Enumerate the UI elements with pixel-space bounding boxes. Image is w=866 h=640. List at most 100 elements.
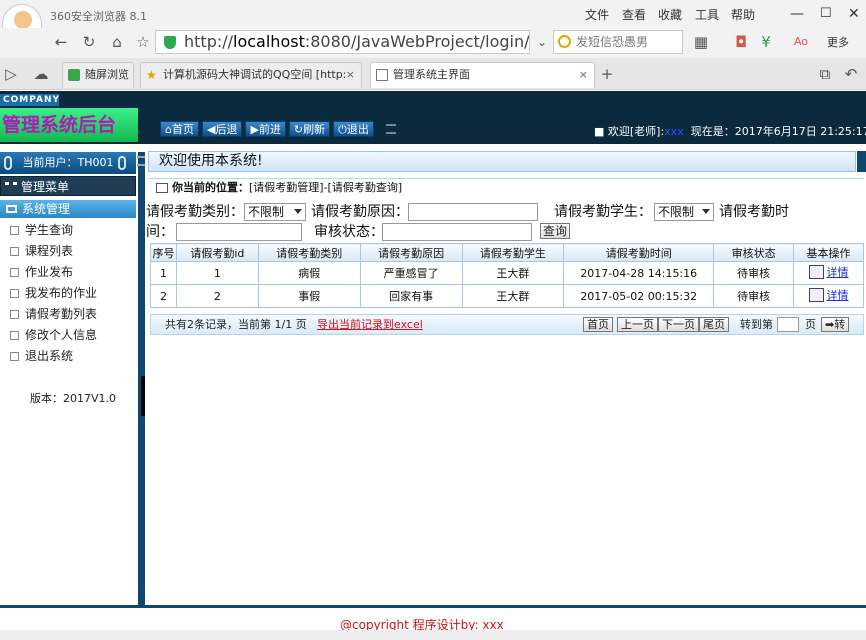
col-header[interactable]: 请假考勤类别 (257, 243, 361, 262)
sidebar-toggle-icon[interactable]: ▷ (0, 63, 22, 85)
refresh-icon: ↻ (293, 123, 304, 136)
cell-index: 1 (150, 261, 177, 285)
doc-icon (10, 331, 19, 340)
cloud-icon[interactable]: ☁ (30, 63, 52, 85)
current-user-bar: 当前用户：TH001 (0, 152, 136, 174)
back-label: 后退 (215, 123, 238, 136)
student-select[interactable]: 不限制 (654, 203, 714, 221)
goto-button[interactable]: ➡转 (821, 317, 850, 332)
cell-id: 1 (175, 261, 259, 285)
col-header[interactable]: 请假考勤原因 (359, 243, 463, 262)
grip-icon (386, 124, 396, 134)
refresh-label: 刷新 (303, 123, 326, 136)
last-page-button[interactable]: 尾页 (699, 317, 729, 332)
sidebar-item-student-query[interactable]: 学生查询 (10, 222, 73, 238)
new-tab-icon[interactable]: + (596, 63, 618, 85)
close-tab-icon[interactable]: × (579, 63, 588, 87)
apps-grid-icon[interactable]: ▦ (690, 31, 712, 53)
menu-favorites[interactable]: 收藏 (658, 6, 682, 23)
detail-label: 详情 (826, 266, 849, 279)
menu-tools[interactable]: 工具 (695, 6, 719, 23)
first-page-button[interactable]: 首页 (583, 317, 613, 332)
col-header[interactable]: 请假考勤id (175, 243, 259, 262)
edit-icon (808, 288, 824, 302)
sidebar (0, 152, 141, 605)
sidebar-item-logout[interactable]: 退出系统 (10, 348, 73, 364)
next-page-button[interactable]: 下一页 (658, 317, 699, 332)
prev-page-button[interactable]: 上一页 (617, 317, 658, 332)
sidebar-item-homework-publish[interactable]: 作业发布 (10, 264, 73, 280)
col-header[interactable]: 审核状态 (713, 243, 795, 262)
menu-view[interactable]: 查看 (622, 6, 646, 23)
sidebar-item-my-homework[interactable]: 我发布的作业 (10, 285, 97, 301)
maximize-icon[interactable]: ☐ (820, 6, 832, 21)
url-prefix: http:// (184, 32, 234, 51)
back-button[interactable]: ◀后退 (201, 121, 243, 137)
cell-actions: 详情 (793, 261, 864, 285)
minimize-icon[interactable]: — (790, 6, 804, 22)
col-header[interactable]: 请假考勤时间 (563, 243, 715, 262)
more-menu[interactable]: 更多 (827, 34, 849, 50)
welcome-banner: ■ 欢迎[老师]:xxx 现在是：2017年6月17日 21:25:17 (594, 123, 866, 139)
col-header[interactable]: 请假考勤学生 (461, 243, 565, 262)
main-right-border (857, 151, 866, 172)
section-system-management[interactable]: 系统管理 (0, 200, 136, 218)
reason-input[interactable] (408, 203, 538, 221)
time-label-cont: 间： (146, 224, 174, 240)
forward-arrow-icon: ▶ (250, 123, 259, 136)
refresh-icon[interactable]: ↻ (78, 31, 100, 53)
extension-icon[interactable]: ◘ (730, 31, 752, 53)
export-excel-link[interactable]: 导出当前记录到excel (317, 315, 423, 334)
doc-icon (10, 247, 19, 256)
sidebar-item-course-list[interactable]: 课程列表 (10, 243, 73, 259)
restore-tab-icon[interactable]: ⧉ (814, 63, 836, 85)
chevron-down-icon[interactable]: ⌄ (531, 31, 553, 53)
forward-button[interactable]: ▶前进 (245, 121, 286, 137)
close-tab-icon[interactable]: × (346, 63, 355, 87)
money-icon[interactable]: ¥ (755, 31, 777, 53)
ao-icon[interactable]: Ao (790, 31, 812, 53)
search-placeholder: 发短信恐愚男 (576, 35, 649, 49)
search-input[interactable]: 发短信恐愚男 (553, 30, 683, 54)
tab-screen-browse[interactable]: 随屏浏览 (62, 62, 134, 88)
back-arrow-icon[interactable]: ← (50, 31, 72, 53)
query-button[interactable]: 查询 (540, 223, 570, 239)
status-input[interactable] (382, 223, 532, 241)
tab-label: 计算机源码大神调试的QQ空间 [http: (163, 68, 347, 81)
welcome-prefix: 欢迎[老师]: (607, 125, 665, 138)
refresh-button[interactable]: ↻刷新 (288, 121, 331, 137)
close-window-icon[interactable]: ✕ (848, 6, 860, 22)
type-select[interactable]: 不限制 (244, 203, 306, 221)
menu-file[interactable]: 文件 (585, 6, 609, 23)
tab-main-page[interactable]: 管理系统主界面 × (370, 62, 595, 88)
undo-icon[interactable]: ↶ (840, 63, 862, 85)
splitter-handle[interactable] (141, 376, 145, 416)
url-input[interactable]: http://localhost:8080/JavaWebProject/log… (155, 30, 530, 54)
breadcrumb-path: [请假考勤管理]-[请假考勤查询] (249, 181, 403, 194)
sidebar-item-leave-list[interactable]: 请假考勤列表 (10, 306, 97, 322)
star-icon[interactable]: ☆ (132, 31, 154, 53)
cell-reason: 回家有事 (359, 284, 463, 308)
detail-link[interactable]: 详情 (808, 285, 849, 307)
url-rest: :8080/JavaWebProject/login/lo (304, 32, 530, 51)
menu-header[interactable]: 管理菜单 (0, 176, 136, 196)
url-host: localhost (233, 32, 305, 51)
sidebar-item-label: 我发布的作业 (25, 286, 98, 300)
goto-page-input[interactable] (777, 317, 799, 332)
home-icon[interactable]: ⌂ (106, 31, 128, 53)
current-time: 现在是：2017年6月17日 21:25:17 (690, 125, 866, 138)
menu-grid-icon (5, 182, 17, 192)
type-select-value: 不限制 (248, 205, 285, 219)
menu-help[interactable]: 帮助 (731, 6, 755, 23)
sidebar-item-edit-profile[interactable]: 修改个人信息 (10, 327, 97, 343)
search-engine-icon (558, 35, 571, 48)
detail-link[interactable]: 详情 (808, 262, 849, 284)
col-header[interactable]: 基本操作 (793, 243, 864, 262)
tab-qq-space[interactable]: ★ 计算机源码大神调试的QQ空间 [http: × (140, 62, 362, 88)
home-icon: ⌂ (165, 123, 172, 136)
time-label: 请假考勤时 (719, 204, 789, 220)
logout-button[interactable]: ⏻退出 (333, 121, 374, 137)
col-header[interactable]: 序号 (150, 243, 177, 262)
time-input[interactable] (176, 223, 302, 241)
home-button[interactable]: ⌂首页 (160, 121, 199, 137)
